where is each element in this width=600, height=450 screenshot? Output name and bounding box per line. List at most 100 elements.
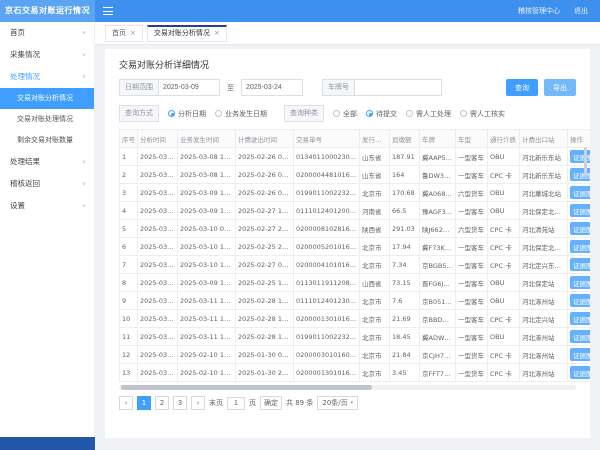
- table-cell: 2025-02-26 09:29:41: [235, 147, 294, 166]
- chevron-down-icon: ∨: [81, 202, 86, 209]
- column-header-发行省份: 发行省份: [359, 129, 390, 148]
- logout-link[interactable]: 退出: [574, 6, 588, 16]
- sidebar-collapse-button[interactable]: [0, 437, 95, 450]
- evidence-image-button[interactable]: 证据图片: [570, 258, 590, 271]
- last-page-button[interactable]: 末页: [209, 398, 223, 408]
- table-cell: 一型客车: [455, 165, 488, 184]
- radio-query-type-需人工处理[interactable]: 需人工处理: [406, 109, 451, 119]
- radio-icon: [366, 110, 373, 117]
- table-cell: 18.45: [389, 327, 420, 346]
- evidence-image-button[interactable]: 证据图片: [570, 312, 590, 325]
- table-cell: 北京市: [359, 363, 390, 382]
- evidence-image-button[interactable]: 证据图片: [570, 294, 590, 307]
- main-area: 首页 × 交易对账分析情况 × 交易对账分析详细情况 日期范围 至 车牌号 查询 导出: [95, 22, 600, 450]
- date-from-input[interactable]: [158, 79, 220, 96]
- sidebar-item-label: 稽核返回: [10, 179, 40, 188]
- table-cell: 北京市: [359, 183, 390, 202]
- sidebar-subitem-剩余交易对账数量[interactable]: 剩余交易对账数量: [0, 130, 94, 151]
- column-header-交易单号: 交易单号: [293, 129, 360, 148]
- table-cell: 2025-02-10 15:08:10: [177, 363, 236, 382]
- table-cell: 六型货车: [455, 219, 488, 238]
- sidebar-item-处理情况[interactable]: 处理情况 ∨: [0, 66, 94, 88]
- plate-input[interactable]: [354, 79, 442, 96]
- table-cell: 10: [119, 309, 138, 328]
- evidence-image-button[interactable]: 证据图片: [570, 276, 590, 289]
- radio-query-type-全部[interactable]: 全部: [333, 109, 357, 119]
- table-cell: 2025-03-12: [137, 345, 178, 364]
- radio-icon: [215, 110, 222, 117]
- evidence-image-button[interactable]: 证据图片: [570, 204, 590, 217]
- table-cell: 2025-02-26 00:06:16: [235, 165, 294, 184]
- search-button[interactable]: 查询: [506, 79, 538, 96]
- close-icon[interactable]: ×: [214, 26, 220, 41]
- date-to-input[interactable]: [241, 79, 303, 96]
- sidebar-item-处理结果[interactable]: 处理结果 ∨: [0, 151, 94, 173]
- tab-交易对账分析情况[interactable]: 交易对账分析情况 ×: [146, 24, 227, 42]
- page-button-1[interactable]: 1: [137, 396, 151, 410]
- evidence-image-button[interactable]: 证据图片: [570, 186, 590, 199]
- next-page-button[interactable]: ›: [191, 396, 205, 410]
- horizontal-scrollbar-track: [119, 385, 576, 390]
- sidebar-item-设置[interactable]: 设置 ∨: [0, 195, 94, 217]
- table-cell: 北京市: [359, 345, 390, 364]
- table-cell: 北京市: [359, 309, 390, 328]
- evidence-image-button[interactable]: 证据图片: [570, 150, 590, 163]
- table-cell: 13: [119, 363, 138, 382]
- goto-page-input[interactable]: [227, 396, 245, 410]
- tab-首页[interactable]: 首页 ×: [105, 24, 143, 42]
- evidence-image-button[interactable]: 证据图片: [570, 366, 590, 379]
- evidence-image-button[interactable]: 证据图片: [570, 168, 590, 181]
- table-row: 102025-03-122025-03-11 14:44:232025-02-2…: [119, 309, 590, 328]
- radio-query-mode-业务发生日期[interactable]: 业务发生日期: [215, 109, 267, 119]
- user-center-link[interactable]: 稽核管理中心: [518, 6, 560, 16]
- radio-query-type-需人工核实[interactable]: 需人工核实: [460, 109, 505, 119]
- sidebar-subitem-交易对账处理情况[interactable]: 交易对账处理情况: [0, 109, 94, 130]
- table-cell: 01130119112080024...: [293, 273, 360, 292]
- table-cell: 2025-03-10 14:56:34: [177, 255, 236, 274]
- table-cell: 北京市: [359, 291, 390, 310]
- table-cell: 21.69: [389, 309, 420, 328]
- evidence-image-button[interactable]: 证据图片: [570, 240, 590, 253]
- page-size-label: 20条/页: [322, 398, 348, 407]
- confirm-button[interactable]: 确定: [260, 396, 282, 410]
- table-cell: 2025-03-12: [137, 363, 178, 382]
- table-cell: 京BGB518...: [419, 255, 456, 274]
- radio-query-type-待提交[interactable]: 待提交: [366, 109, 397, 119]
- table-cell: CPC 卡: [487, 165, 520, 184]
- sidebar-item-采集情况[interactable]: 采集情况 ∨: [0, 44, 94, 66]
- table-cell: 7: [119, 255, 138, 274]
- table-cell: 1: [119, 147, 138, 166]
- chevron-down-icon: ∨: [81, 180, 86, 187]
- evidence-image-button[interactable]: 证据图片: [570, 348, 590, 361]
- radio-icon: [333, 110, 340, 117]
- page-size-select[interactable]: 20条/页 ▾: [317, 396, 359, 410]
- table-cell: 2025-03-08 13:32:58: [177, 147, 236, 166]
- page-button-2[interactable]: 2: [155, 396, 169, 410]
- header-right-links: 稽核管理中心 退出: [518, 6, 588, 16]
- evidence-image-button[interactable]: 证据图片: [570, 222, 590, 235]
- prev-page-button[interactable]: ‹: [119, 396, 133, 410]
- close-icon[interactable]: ×: [130, 26, 136, 41]
- vertical-scrollbar[interactable]: [584, 147, 587, 175]
- sidebar-subitem-交易对账分析情况[interactable]: 交易对账分析情况: [0, 88, 94, 109]
- column-header-通行介质: 通行介质: [487, 129, 520, 148]
- page-button-3[interactable]: 3: [173, 396, 187, 410]
- table-cell: 6: [119, 237, 138, 256]
- column-header-车型: 车型: [455, 129, 488, 148]
- table-cell: 一型客车: [455, 255, 488, 274]
- sidebar-item-稽核返回[interactable]: 稽核返回 ∨: [0, 173, 94, 195]
- radio-query-mode-分析日期[interactable]: 分析日期: [168, 109, 206, 119]
- table-cell: 2025-03-10: [137, 201, 178, 220]
- hamburger-icon[interactable]: [103, 7, 113, 15]
- horizontal-scrollbar-thumb[interactable]: [121, 385, 373, 390]
- export-button[interactable]: 导出: [544, 79, 576, 96]
- radio-label: 分析日期: [178, 109, 206, 118]
- table-cell: CPC 卡: [487, 237, 520, 256]
- sidebar-item-首页[interactable]: 首页 ∨: [0, 22, 94, 44]
- table-cell: OBU: [487, 291, 520, 310]
- table-cell: 北京市: [359, 327, 390, 346]
- table-cell: 一型货车: [455, 345, 488, 364]
- table-cell: 河北涿州站: [519, 291, 568, 310]
- table-cell: 河北保定北站A: [519, 201, 568, 220]
- evidence-image-button[interactable]: 证据图片: [570, 330, 590, 343]
